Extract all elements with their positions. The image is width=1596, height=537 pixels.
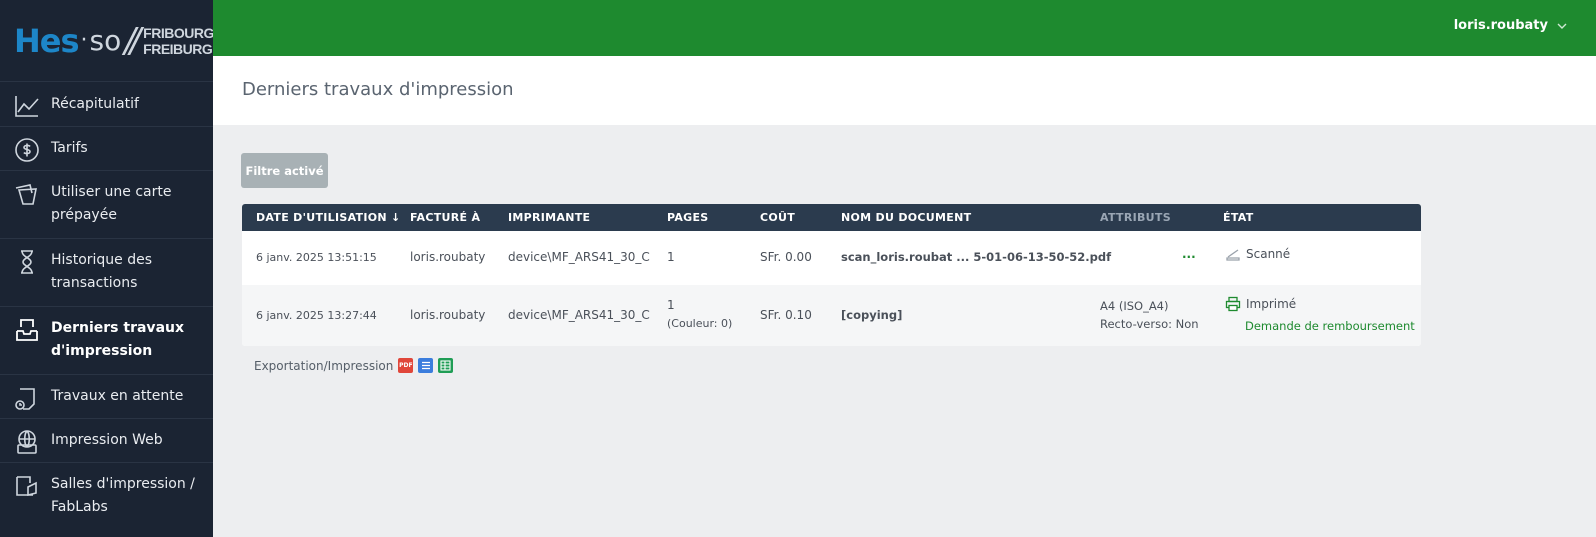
table-row: 6 janv. 2025 13:27:44 loris.roubaty devi… (242, 285, 1421, 346)
export-bar: Exportation/Impression PDF (254, 358, 454, 373)
logo-hes: Hes (14, 21, 80, 60)
col-doc[interactable]: NOM DU DOCUMENT (841, 211, 971, 224)
logo-slash: // (124, 20, 141, 61)
inbox-tray-icon (14, 317, 40, 343)
sidebar-item-label: Derniers travaux d'impression (51, 320, 185, 359)
refund-link[interactable]: Demande de remboursement (1245, 319, 1415, 333)
row-doc: [copying] (841, 308, 903, 322)
jobs-table: DATE D'UTILISATION ↓ FACTURÉ À IMPRIMANT… (242, 204, 1421, 346)
logo-city-fr: FRIBOURG (143, 24, 214, 41)
row-pages-sub: (Couleur: 0) (667, 317, 733, 330)
col-date[interactable]: DATE D'UTILISATION ↓ (256, 211, 401, 224)
sidebar-item-label: Salles d'impression / FabLabs (51, 476, 195, 515)
sidebar-item-label: Utiliser une carte prépayée (51, 184, 172, 223)
row-state: Imprimé (1225, 296, 1296, 312)
row-state: Scanné (1225, 246, 1290, 262)
col-printer[interactable]: IMPRIMANTE (508, 211, 590, 224)
document-clock-icon (14, 385, 40, 411)
sidebar: Hes · so // FRIBOURG FREIBURG Récapitula… (0, 0, 214, 537)
sidebar-item-recent-jobs[interactable]: Derniers travaux d'impression (0, 307, 213, 375)
room-icon (14, 473, 40, 499)
scanner-icon (1226, 249, 1240, 261)
export-label: Exportation/Impression (254, 358, 394, 373)
col-billed[interactable]: FACTURÉ À (410, 211, 480, 224)
sidebar-item-label: Tarifs (51, 140, 88, 156)
sidebar-item-transactions[interactable]: Historique des transactions (0, 239, 213, 307)
row-printer: device\MF_ARS41_30_C (508, 250, 650, 264)
pdf-icon[interactable]: PDF (398, 358, 414, 373)
logo-so: so (89, 24, 122, 57)
row-doc: scan_loris.roubat ... 5-01-06-13-50-52.p… (841, 250, 1112, 264)
top-bar: loris.roubaty (213, 0, 1596, 56)
sidebar-item-label: Impression Web (51, 432, 163, 448)
table-row: 6 janv. 2025 13:51:15 loris.roubaty devi… (242, 231, 1421, 285)
row-attr-duplex: Recto-verso: Non (1100, 317, 1199, 331)
row-billed: loris.roubaty (410, 308, 486, 322)
row-attr-paper: A4 (ISO_A4) (1100, 299, 1169, 313)
page-title: Derniers travaux d'impression (242, 79, 514, 100)
col-pages[interactable]: PAGES (667, 211, 709, 224)
list-icon[interactable] (418, 358, 434, 373)
row-pages: 1 (667, 250, 675, 264)
title-bar: Derniers travaux d'impression (213, 56, 1596, 125)
sidebar-item-label: Historique des transactions (51, 252, 153, 291)
cards-icon (14, 181, 40, 207)
dollar-circle-icon (14, 137, 40, 163)
hourglass-icon (14, 249, 40, 275)
row-state-label: Imprimé (1246, 297, 1297, 311)
logo[interactable]: Hes · so // FRIBOURG FREIBURG (0, 0, 214, 82)
chevron-down-icon (1556, 20, 1568, 32)
sidebar-item-prepaid-card[interactable]: Utiliser une carte prépayée (0, 171, 213, 239)
sidebar-item-label: Récapitulatif (51, 96, 139, 112)
printer-icon (1225, 296, 1241, 312)
logo-city-de: FREIBURG (143, 40, 213, 57)
sidebar-item-print-rooms[interactable]: Salles d'impression / FabLabs (0, 463, 213, 533)
sidebar-item-web-print[interactable]: Impression Web (0, 419, 213, 463)
col-state[interactable]: ÉTAT (1223, 211, 1254, 224)
chart-line-icon (14, 93, 40, 119)
sidebar-item-recapitulatif[interactable]: Récapitulatif (0, 82, 213, 127)
sidebar-item-tarifs[interactable]: Tarifs (0, 127, 213, 171)
user-menu[interactable]: loris.roubaty (1454, 18, 1568, 33)
row-date: 6 janv. 2025 13:27:44 (256, 309, 377, 322)
sidebar-item-label: Travaux en attente (51, 388, 184, 404)
row-pages: 1 (667, 298, 675, 312)
table-header: DATE D'UTILISATION ↓ FACTURÉ À IMPRIMANT… (242, 204, 1421, 231)
sidebar-item-pending-jobs[interactable]: Travaux en attente (0, 375, 213, 419)
filter-button[interactable]: Filtre activé (241, 153, 328, 188)
logo-dot: · (80, 28, 88, 53)
row-cost: SFr. 0.00 (760, 250, 812, 264)
spreadsheet-icon[interactable] (438, 358, 454, 373)
row-cost: SFr. 0.10 (760, 308, 812, 322)
logo-city: FRIBOURG FREIBURG (143, 25, 214, 57)
row-attrs-more[interactable]: ... (1182, 247, 1196, 261)
col-attrs: ATTRIBUTS (1100, 211, 1171, 224)
user-name: loris.roubaty (1453, 18, 1548, 33)
col-cost[interactable]: COÛT (760, 211, 795, 224)
globe-printer-icon (14, 429, 40, 455)
row-billed: loris.roubaty (410, 250, 486, 264)
row-date: 6 janv. 2025 13:51:15 (256, 251, 377, 264)
row-state-label: Scanné (1246, 247, 1291, 261)
row-printer: device\MF_ARS41_30_C (508, 308, 650, 322)
